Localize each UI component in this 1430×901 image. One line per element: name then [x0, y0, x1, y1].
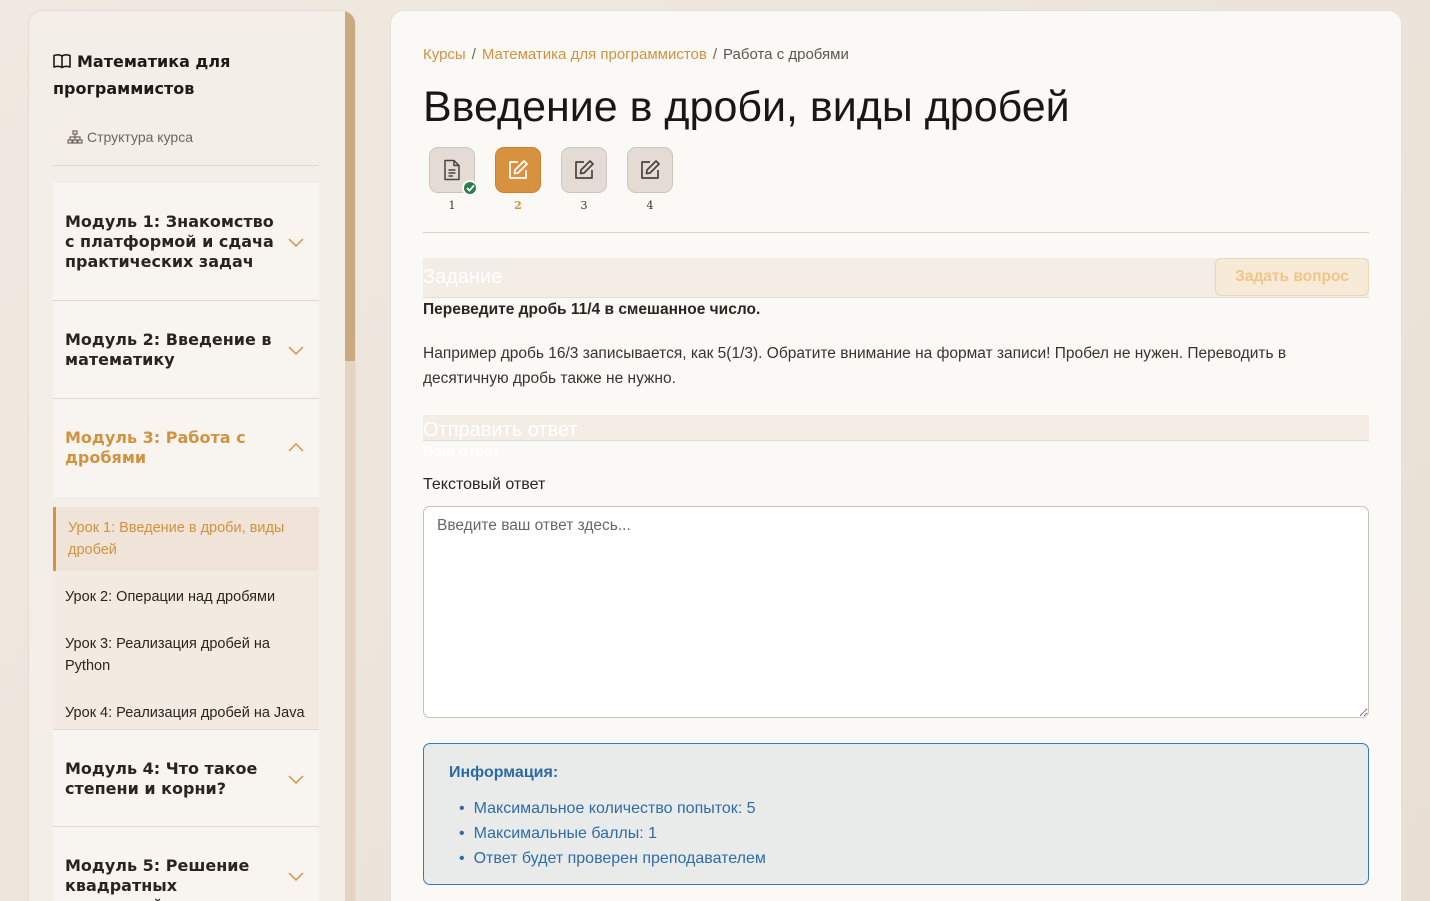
task-question: Переведите дробь 11/4 в смешанное число. [423, 301, 761, 318]
task-header: Задание Задать вопрос [423, 258, 1369, 298]
breadcrumb-separator: / [471, 46, 476, 63]
breadcrumb: Курсы / Математика для программистов / Работ… [423, 46, 849, 63]
course-title-text: Математика для программистов [53, 52, 231, 98]
document-icon [444, 159, 460, 181]
step-3-button[interactable] [561, 147, 607, 193]
step-number: 1 [448, 199, 456, 212]
module-2[interactable]: Модуль 2: Введение в математику [53, 301, 319, 399]
step-number: 4 [646, 199, 654, 212]
info-max-attempts: Максимальное количество попыток: 5 [459, 796, 766, 821]
breadcrumb-current: Работа с дробями [723, 46, 849, 63]
info-box: Информация: Максимальное количество попы… [423, 743, 1369, 885]
edit-icon [509, 160, 528, 179]
text-answer-label: Текстовый ответ [423, 476, 546, 493]
step-4-button[interactable] [627, 147, 673, 193]
breadcrumb-courses[interactable]: Курсы [423, 46, 466, 63]
lesson-list: Урок 1: Введение в дроби, виды дробей Ур… [53, 507, 319, 739]
module-1[interactable]: Модуль 1: Знакомство с платформой и сдач… [53, 183, 319, 301]
chevron-down-icon [288, 872, 304, 882]
info-list: Максимальное количество попыток: 5 Макси… [459, 796, 766, 871]
module-title: Модуль 4: Что такое степени и корни? [65, 759, 258, 798]
lesson-item-3[interactable]: Урок 3: Реализация дробей на Python [53, 633, 319, 677]
module-title: Модуль 1: Знакомство с платформой и сдач… [65, 212, 274, 271]
chevron-up-icon [288, 442, 304, 452]
edit-icon [575, 160, 594, 179]
module-3[interactable]: Модуль 3: Работа с дробями [53, 399, 319, 497]
sidebar-scrollbar[interactable] [345, 11, 355, 901]
breadcrumb-separator: / [712, 46, 718, 63]
submit-answer-header: Отправить ответ [423, 415, 1369, 441]
lesson-content: Курсы / Математика для программистов / Работ… [390, 10, 1402, 901]
step-number: 3 [580, 199, 588, 212]
step-2-button[interactable] [495, 147, 541, 193]
completed-check-icon [462, 180, 478, 196]
course-title[interactable]: Математика для программистов [53, 49, 313, 101]
lesson-item-1[interactable]: Урок 1: Введение в дроби, виды дробей [53, 507, 319, 571]
lesson-item-4[interactable]: Урок 4: Реализация дробей на Java [53, 702, 319, 724]
edit-icon [641, 160, 660, 179]
ask-question-button[interactable]: Задать вопрос [1215, 258, 1369, 296]
submit-answer-heading: Отправить ответ [423, 419, 578, 441]
sidebar-scrollbar-thumb[interactable] [345, 11, 355, 361]
info-max-score: Максимальные баллы: 1 [459, 821, 766, 846]
course-structure-link[interactable]: Структура курса [67, 129, 193, 145]
chevron-down-icon [288, 775, 304, 785]
sidebar-divider [53, 165, 319, 166]
module-4[interactable]: Модуль 4: Что такое степени и корни? [53, 729, 319, 827]
course-sidebar: Математика для программистов Структура к… [28, 10, 356, 901]
task-description: Например дробь 16/3 записывается, как 5(… [423, 345, 1287, 387]
info-review-note: Ответ будет проверен преподавателем [459, 846, 766, 871]
your-answer-label: Ваш ответ [423, 443, 500, 460]
answer-textarea[interactable] [423, 506, 1369, 718]
course-structure-label: Структура курса [87, 129, 194, 145]
breadcrumb-course[interactable]: Математика для программистов [482, 46, 707, 63]
module-title: Модуль 5: Решение квадратных уравнений [65, 856, 250, 901]
module-title: Модуль 2: Введение в математику [65, 330, 272, 369]
module-5[interactable]: Модуль 5: Решение квадратных уравнений [53, 827, 319, 901]
chevron-down-icon [288, 238, 304, 248]
task-heading: Задание [423, 266, 503, 288]
section-divider [423, 232, 1369, 233]
page-title: Введение в дроби, виды дробей [423, 83, 1070, 131]
info-title: Информация: [449, 764, 559, 781]
step-number: 2 [514, 199, 522, 212]
book-icon [53, 51, 71, 76]
module-title: Модуль 3: Работа с дробями [65, 428, 246, 467]
chevron-down-icon [288, 346, 304, 356]
lesson-item-2[interactable]: Урок 2: Операции над дробями [53, 586, 319, 608]
sitemap-icon [67, 130, 83, 144]
